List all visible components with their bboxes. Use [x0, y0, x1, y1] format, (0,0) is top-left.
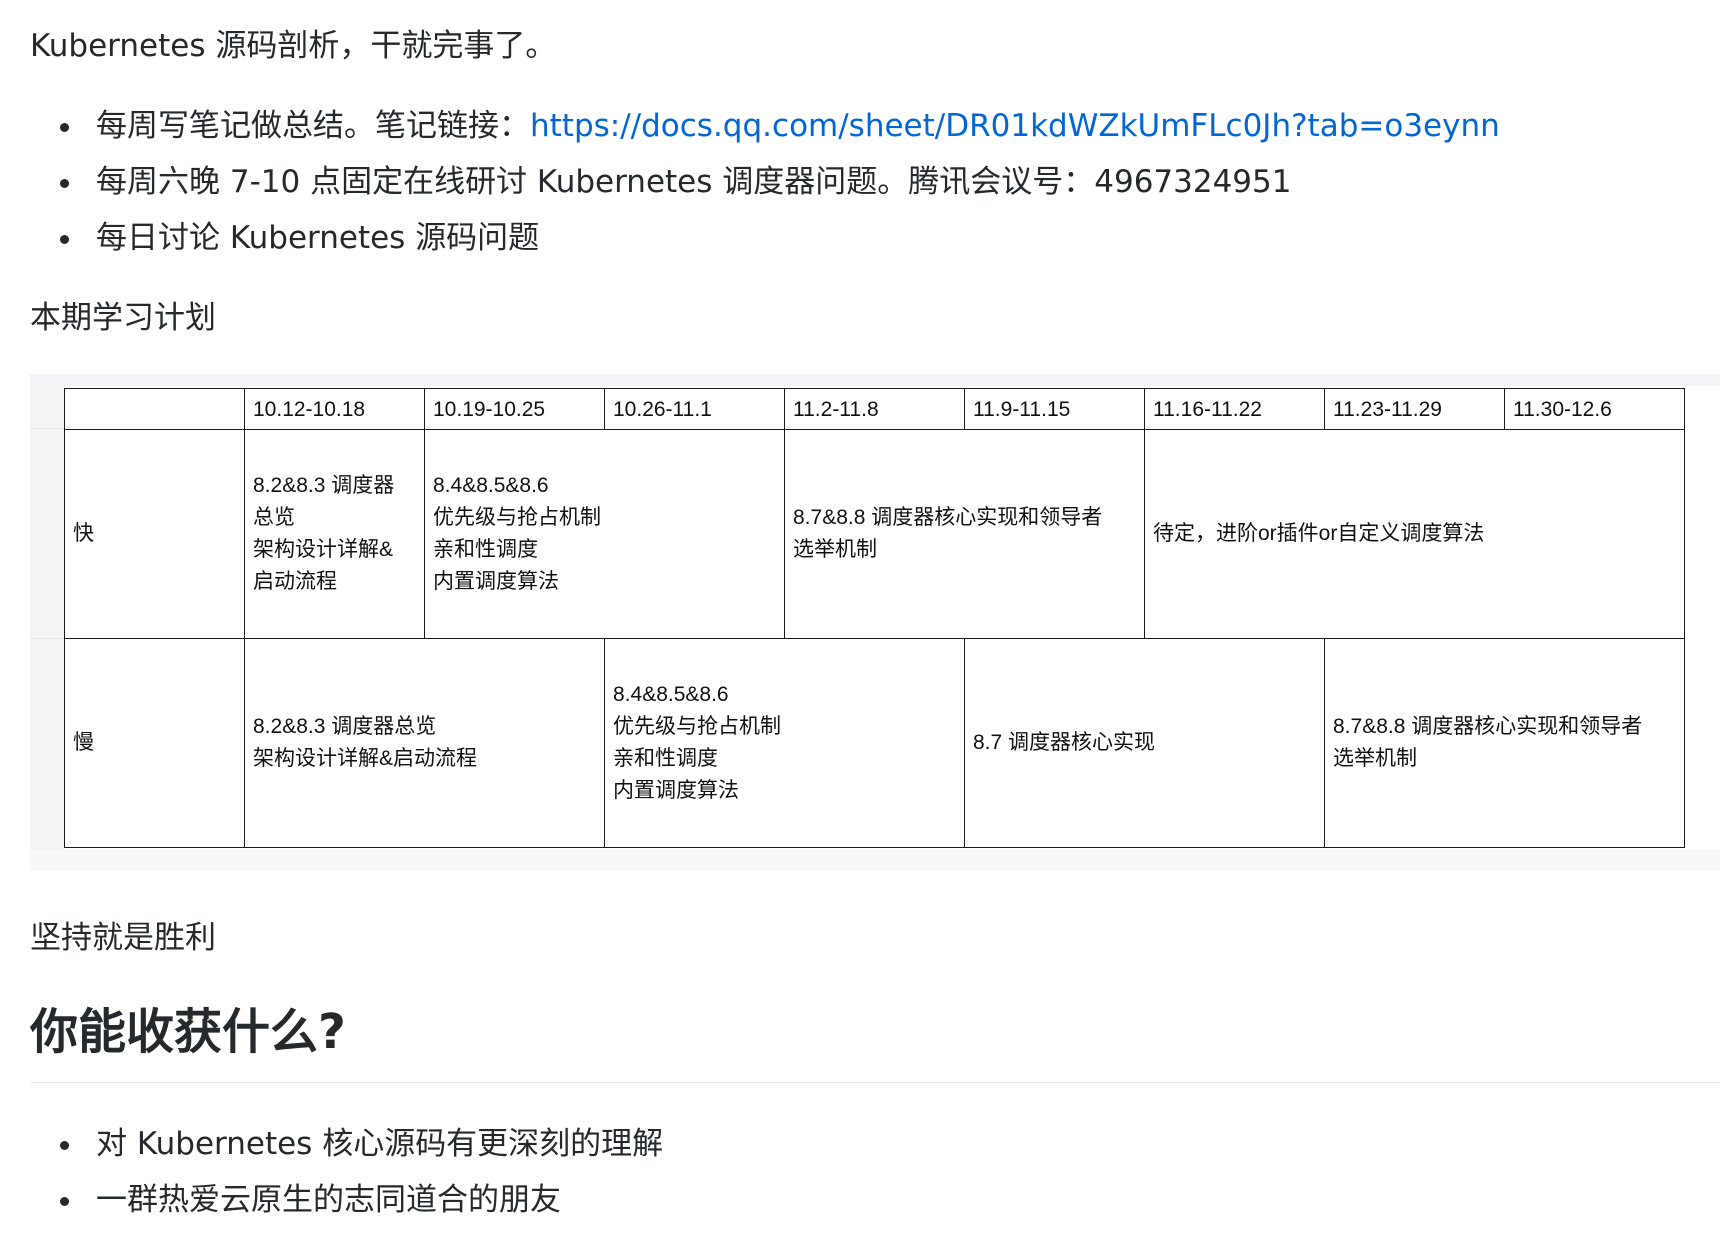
week-header-cell: 10.12-10.18 — [244, 388, 425, 430]
list-item: 每周六晚 7-10 点固定在线研讨 Kubernetes 调度器问题。腾讯会议号… — [30, 162, 1500, 218]
benefit-text: 对 Kubernetes 核心源码有更深刻的理解 — [96, 1126, 664, 1162]
section-heading: 你能收获什么? — [30, 1004, 346, 1060]
daily-text: 每日讨论 Kubernetes 源码问题 — [96, 220, 540, 256]
plan-cell: 8.7&8.8 调度器核心实现和领导者 选举机制 — [1324, 638, 1685, 848]
sheet-column-header-strip — [30, 374, 1720, 386]
notes-text: 每周写笔记做总结。笔记链接： — [96, 108, 530, 144]
table-header-row: 10.12-10.18 10.19-10.25 10.26-11.1 11.2-… — [64, 388, 1685, 430]
sheet-row-header-strip — [30, 374, 64, 870]
table-row-slow: 慢 8.2&8.3 调度器总览 架构设计详解&启动流程 8.4&8.5&8.6 … — [64, 638, 1685, 848]
list-item: 每日讨论 Kubernetes 源码问题 — [30, 218, 1500, 274]
sheet-gridline — [30, 428, 64, 429]
row-label-cell: 快 — [64, 429, 245, 639]
week-header-cell: 11.2-11.8 — [784, 388, 965, 430]
corner-cell — [64, 388, 245, 430]
top-bullet-list: 每周写笔记做总结。笔记链接：https://docs.qq.com/sheet/… — [30, 106, 1500, 274]
bottom-bullet-list: 对 Kubernetes 核心源码有更深刻的理解 一群热爱云原生的志同道合的朋友 — [30, 1124, 663, 1236]
list-item: 一群热爱云原生的志同道合的朋友 — [30, 1180, 663, 1236]
schedule-table: 10.12-10.18 10.19-10.25 10.26-11.1 11.2-… — [64, 388, 1685, 848]
intro-paragraph: Kubernetes 源码剖析，干就完事了。 — [30, 28, 557, 64]
heading-divider — [30, 1082, 1720, 1083]
plan-title: 本期学习计划 — [30, 300, 216, 336]
plan-cell: 8.2&8.3 调度器总览 架构设计详解&启动流程 — [244, 638, 605, 848]
sheet-gridline — [30, 638, 64, 639]
meeting-text: 每周六晚 7-10 点固定在线研讨 Kubernetes 调度器问题。腾讯会议号… — [96, 164, 1292, 200]
plan-cell: 8.4&8.5&8.6 优先级与抢占机制 亲和性调度 内置调度算法 — [424, 429, 785, 639]
plan-cell: 8.4&8.5&8.6 优先级与抢占机制 亲和性调度 内置调度算法 — [604, 638, 965, 848]
schedule-sheet-image: 10.12-10.18 10.19-10.25 10.26-11.1 11.2-… — [30, 374, 1720, 870]
week-header-cell: 11.23-11.29 — [1324, 388, 1505, 430]
plan-cell: 8.7 调度器核心实现 — [964, 638, 1325, 848]
table-row-fast: 快 8.2&8.3 调度器 总览 架构设计详解& 启动流程 8.4&8.5&8.… — [64, 429, 1685, 639]
week-header-cell: 10.19-10.25 — [424, 388, 605, 430]
notes-link[interactable]: https://docs.qq.com/sheet/DR01kdWZkUmFLc… — [530, 108, 1500, 144]
week-header-cell: 11.30-12.6 — [1504, 388, 1685, 430]
plan-cell: 8.7&8.8 调度器核心实现和领导者 选举机制 — [784, 429, 1145, 639]
week-header-cell: 11.9-11.15 — [964, 388, 1145, 430]
week-header-cell: 11.16-11.22 — [1144, 388, 1325, 430]
week-header-cell: 10.26-11.1 — [604, 388, 785, 430]
list-item: 对 Kubernetes 核心源码有更深刻的理解 — [30, 1124, 663, 1180]
sheet-footer-strip — [30, 850, 1720, 870]
row-label-cell: 慢 — [64, 638, 245, 848]
plan-cell: 8.2&8.3 调度器 总览 架构设计详解& 启动流程 — [244, 429, 425, 639]
list-item: 每周写笔记做总结。笔记链接：https://docs.qq.com/sheet/… — [30, 106, 1500, 162]
benefit-text: 一群热爱云原生的志同道合的朋友 — [96, 1182, 561, 1218]
motto-paragraph: 坚持就是胜利 — [30, 920, 216, 956]
plan-cell: 待定，进阶or插件or自定义调度算法 — [1144, 429, 1685, 639]
